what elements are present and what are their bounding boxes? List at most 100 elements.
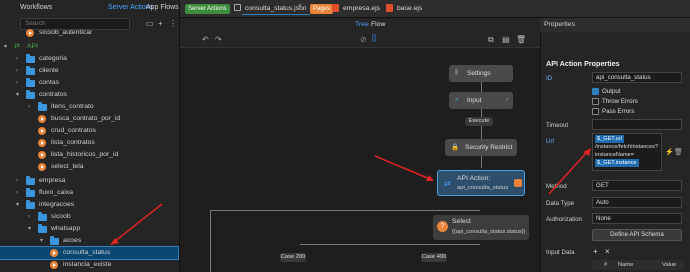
url-text-path: /instance/fetchInstances?	[595, 144, 659, 150]
paste-icon[interactable]: ▤	[502, 35, 510, 44]
tree-item[interactable]: select_tela	[0, 161, 178, 173]
disable-icon[interactable]: ⊘	[360, 35, 367, 44]
input-data-label: Input Data	[546, 249, 575, 256]
data-picker-icon[interactable]: ⚡	[665, 148, 674, 156]
action-icon	[38, 151, 46, 159]
tree-item-label: instancia_existe	[63, 261, 112, 268]
timeout-input[interactable]	[592, 119, 682, 130]
tree-item-label: integracoes	[39, 201, 75, 208]
remove-row-icon[interactable]: ×	[605, 247, 610, 256]
action-icon	[38, 139, 46, 147]
chevron-right-icon[interactable]: ›	[16, 187, 18, 199]
timeout-label: Timeout	[546, 122, 569, 129]
code-icon[interactable]: []	[372, 35, 376, 42]
tree-item-label: sicoob	[51, 213, 71, 220]
throw-errors-label: Throw Errors	[602, 98, 638, 105]
tab-empresa[interactable]: empresa.ejs	[340, 3, 383, 15]
left-tabs: Workflows Server Actions App Flows	[0, 0, 179, 16]
tree-item[interactable]: ▾ ⇄ API	[0, 41, 178, 53]
tab-base[interactable]: base.ejs	[394, 3, 425, 15]
html-file-icon-2	[386, 4, 393, 12]
folder-icon	[26, 188, 35, 197]
chevron-right-icon[interactable]: ›	[28, 211, 30, 223]
chevron-right-icon[interactable]: ›	[16, 65, 18, 77]
chevron-down-icon[interactable]: ▾	[16, 89, 19, 101]
annotation-arrows	[374, 155, 434, 181]
tab-flow[interactable]: Flow	[371, 21, 385, 28]
chevron-down-icon[interactable]: ▾	[28, 223, 31, 235]
undo-icon[interactable]: ↶	[202, 35, 209, 44]
chevron-right-icon[interactable]: ›	[16, 53, 18, 65]
tree-item[interactable]: sicoob_autenticar	[0, 27, 178, 39]
properties-header: Properties	[540, 18, 690, 32]
tree-item[interactable]: instancia_existe	[0, 259, 178, 271]
tree-item[interactable]: › contas	[0, 77, 178, 89]
id-input[interactable]: api_consulta_status	[592, 72, 682, 83]
tree-item-label: itens_contrato	[51, 103, 94, 110]
pass-errors-checkbox[interactable]	[592, 108, 599, 115]
html-file-icon	[332, 4, 339, 12]
copy-icon[interactable]: ⧉	[488, 35, 494, 45]
tree-item[interactable]: › itens_contrato	[0, 101, 178, 113]
folder-icon	[26, 200, 35, 209]
chevron-right-icon[interactable]: ›	[16, 175, 18, 187]
tree-item-label: lista_contratos	[51, 139, 95, 146]
url-arrow	[548, 148, 591, 195]
tree-item-label: sicoob_autenticar	[39, 29, 93, 36]
tree-item[interactable]: crud_contratos	[0, 125, 178, 137]
trash-icon[interactable]: 🗑	[674, 148, 683, 156]
tree-item-label: whatsapp	[51, 225, 81, 232]
tree-item[interactable]: busca_contrato_por_id	[0, 113, 178, 125]
tab-pages-badge[interactable]: Pages	[310, 4, 334, 14]
flow-toolbar: ↶ ↷ ⊘ [] ⧉ ▤ 🗑	[180, 32, 540, 48]
output-label: Output	[602, 88, 621, 95]
chevron-right-icon[interactable]: ›	[28, 101, 30, 113]
tab-tree[interactable]: Tree	[355, 21, 369, 28]
define-schema-button[interactable]: Define API Schema	[592, 229, 682, 241]
delete-icon[interactable]: 🗑	[516, 35, 526, 44]
tree-item-label: acoes	[63, 237, 82, 244]
url-chip-get-instance: $_GET.instance	[595, 159, 639, 167]
tree-item[interactable]: › fluxo_caixa	[0, 187, 178, 199]
authorization-label: Authorization	[546, 216, 583, 223]
tree-arrow	[110, 203, 163, 245]
close-icon[interactable]: ×	[298, 3, 302, 10]
chevron-down-icon[interactable]: ▾	[4, 41, 7, 53]
throw-errors-checkbox[interactable]	[592, 98, 599, 105]
tree-item[interactable]: ▾ contratos	[0, 89, 178, 101]
flow-canvas[interactable]: ⫼ Settings » Input › Execute 🔒 Security …	[180, 48, 540, 272]
tree-item-label: contratos	[39, 91, 67, 98]
tree-item[interactable]: › cliente	[0, 65, 178, 77]
tab-app-flows[interactable]: App Flows	[146, 4, 179, 11]
tree-item-label: API	[27, 43, 38, 50]
add-row-icon[interactable]: +	[593, 247, 598, 256]
action-icon	[38, 127, 46, 135]
tree-item[interactable]: › categoria	[0, 53, 178, 65]
tree-item-label: empresa	[39, 177, 66, 184]
chevron-down-icon[interactable]: ▾	[16, 199, 19, 211]
tree-item[interactable]: lista_historicos_por_id	[0, 149, 178, 161]
method-select[interactable]: GET	[592, 180, 682, 191]
data-type-select[interactable]: Auto	[592, 197, 682, 208]
properties-title: API Action Properties	[546, 59, 620, 68]
folder-icon	[38, 224, 47, 233]
output-checkbox[interactable]	[592, 88, 599, 95]
redo-icon[interactable]: ↷	[215, 35, 222, 44]
api-icon: ⇄	[14, 43, 20, 50]
tab-server-actions-badge[interactable]: Server Actions	[185, 4, 230, 14]
folder-icon	[38, 212, 47, 221]
id-label: ID	[546, 75, 553, 82]
tree-item-label: fluxo_caixa	[39, 189, 74, 196]
view-switch: Tree Flow	[180, 18, 540, 32]
tab-workflows[interactable]: Workflows	[20, 4, 52, 11]
tree-item-label: cliente	[39, 67, 59, 74]
tree-item[interactable]: lista_contratos	[0, 137, 178, 149]
folder-icon	[38, 102, 47, 111]
url-input[interactable]: $_GET.url /instance/fetchInstances? inst…	[592, 133, 662, 171]
col-name: Name	[618, 262, 634, 268]
tree-item[interactable]: › empresa	[0, 175, 178, 187]
authorization-select[interactable]: None	[592, 213, 682, 224]
chevron-right-icon[interactable]: ›	[16, 77, 18, 89]
action-icon	[38, 163, 46, 171]
chevron-down-icon[interactable]: ▾	[40, 235, 43, 247]
